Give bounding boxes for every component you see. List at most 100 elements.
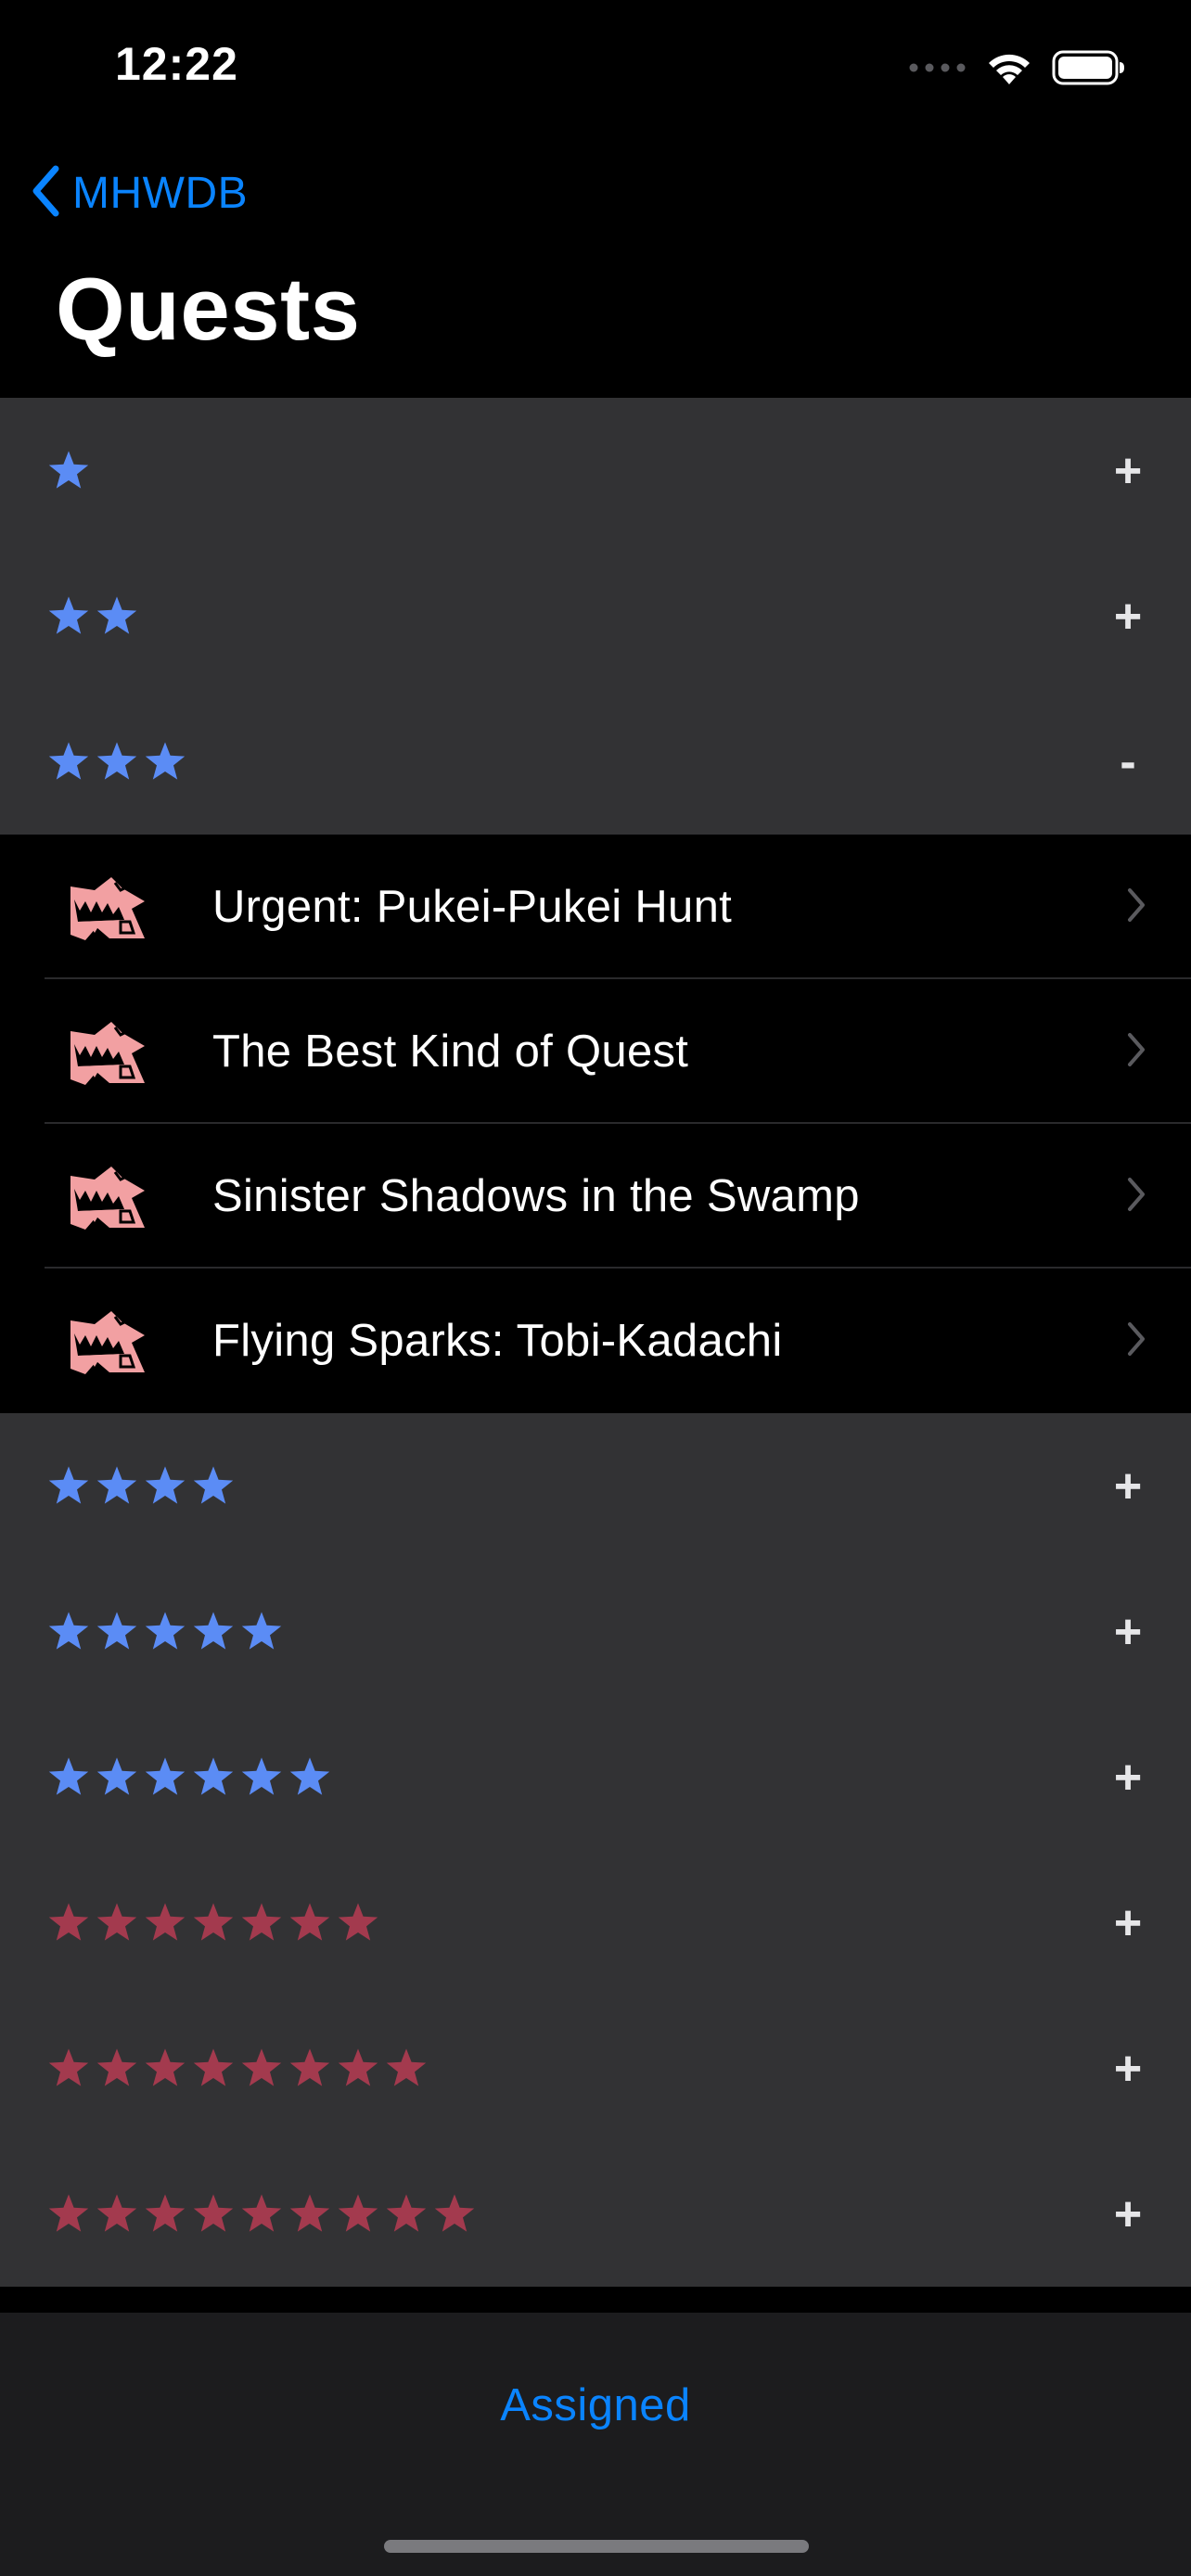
chevron-left-icon (32, 165, 59, 222)
star-icon (193, 2193, 234, 2232)
star-rating (46, 1464, 236, 1509)
star-rating (46, 594, 139, 639)
star-icon (193, 1611, 234, 1650)
star-icon (96, 1465, 137, 1504)
collapse-toggle[interactable]: - (1109, 734, 1146, 790)
home-indicator (384, 2540, 809, 2553)
star-icon (193, 1465, 234, 1504)
section-header-7-star[interactable]: + (0, 1850, 1191, 1996)
star-icon (48, 741, 89, 780)
expand-toggle[interactable]: + (1109, 1895, 1146, 1951)
star-icon (289, 1756, 330, 1795)
quest-list: + + - Urgent: Pukei-Pukei Hunt The Best Kind… (0, 398, 1191, 2287)
star-icon (241, 1902, 282, 1941)
wifi-icon (985, 49, 1033, 86)
star-icon (241, 1611, 282, 1650)
quest-row[interactable]: The Best Kind of Quest (0, 979, 1191, 1124)
chevron-right-icon (1126, 1176, 1146, 1218)
star-icon (193, 1902, 234, 1941)
chevron-right-icon (1126, 1320, 1146, 1362)
star-icon (145, 741, 186, 780)
monster-quest-icon (67, 1307, 150, 1378)
star-icon (48, 2047, 89, 2086)
star-icon (145, 1465, 186, 1504)
star-icon (96, 1611, 137, 1650)
star-rating (46, 2192, 477, 2237)
page-title: Quests (56, 260, 361, 359)
quest-label: Urgent: Pukei-Pukei Hunt (212, 882, 733, 932)
star-icon (48, 595, 89, 634)
status-bar: 12:22 (0, 0, 1191, 139)
star-icon (96, 1756, 137, 1795)
star-icon (96, 2193, 137, 2232)
monster-quest-icon (67, 874, 150, 944)
star-icon (96, 595, 137, 634)
star-icon (96, 2047, 137, 2086)
star-rating (46, 449, 91, 493)
star-icon (338, 1902, 378, 1941)
quest-row[interactable]: Flying Sparks: Tobi-Kadachi (0, 1269, 1191, 1413)
assigned-tab[interactable]: Assigned (0, 2379, 1191, 2431)
star-icon (145, 1756, 186, 1795)
star-icon (145, 1902, 186, 1941)
expand-toggle[interactable]: + (1109, 589, 1146, 644)
star-rating (46, 1610, 284, 1654)
star-icon (48, 450, 89, 489)
star-icon (193, 2047, 234, 2086)
expand-toggle[interactable]: + (1109, 2187, 1146, 2242)
star-icon (96, 1902, 137, 1941)
star-icon (145, 2193, 186, 2232)
star-icon (434, 2193, 475, 2232)
expand-toggle[interactable]: + (1109, 2041, 1146, 2097)
section-header-4-star[interactable]: + (0, 1413, 1191, 1559)
expand-toggle[interactable]: + (1109, 443, 1146, 499)
star-rating (46, 740, 187, 784)
star-icon (193, 1756, 234, 1795)
section-header-9-star[interactable]: + (0, 2141, 1191, 2287)
star-icon (48, 1756, 89, 1795)
expand-toggle[interactable]: + (1109, 1459, 1146, 1514)
section-header-1-star[interactable]: + (0, 398, 1191, 543)
quest-row[interactable]: Urgent: Pukei-Pukei Hunt (0, 835, 1191, 979)
back-button[interactable]: MHWDB (32, 158, 248, 228)
cellular-dots-icon (909, 62, 967, 73)
status-icons (909, 45, 1126, 91)
star-icon (48, 1465, 89, 1504)
star-icon (386, 2193, 427, 2232)
section-header-8-star[interactable]: + (0, 1996, 1191, 2141)
star-icon (145, 2047, 186, 2086)
status-time: 12:22 (115, 38, 238, 90)
monster-quest-icon (67, 1163, 150, 1233)
section-header-5-star[interactable]: + (0, 1559, 1191, 1704)
section-header-2-star[interactable]: + (0, 543, 1191, 689)
star-icon (289, 2193, 330, 2232)
section-header-3-star[interactable]: - (0, 689, 1191, 835)
star-rating (46, 1901, 380, 1945)
star-icon (338, 2047, 378, 2086)
quest-row[interactable]: Sinister Shadows in the Swamp (0, 1124, 1191, 1269)
quest-label: Sinister Shadows in the Swamp (212, 1171, 860, 1221)
star-rating (46, 2047, 429, 2091)
quest-label: The Best Kind of Quest (212, 1027, 689, 1077)
star-icon (96, 741, 137, 780)
star-icon (48, 2193, 89, 2232)
battery-icon (1052, 49, 1126, 86)
star-icon (48, 1611, 89, 1650)
section-header-6-star[interactable]: + (0, 1704, 1191, 1850)
chevron-right-icon (1126, 1031, 1146, 1073)
chevron-right-icon (1126, 886, 1146, 928)
star-icon (145, 1611, 186, 1650)
back-button-label: MHWDB (72, 168, 249, 218)
star-icon (241, 2047, 282, 2086)
quest-label: Flying Sparks: Tobi-Kadachi (212, 1316, 783, 1366)
star-icon (289, 2047, 330, 2086)
expand-toggle[interactable]: + (1109, 1750, 1146, 1805)
expand-toggle[interactable]: + (1109, 1604, 1146, 1660)
star-icon (289, 1902, 330, 1941)
star-icon (338, 2193, 378, 2232)
star-icon (48, 1902, 89, 1941)
star-icon (386, 2047, 427, 2086)
star-icon (241, 2193, 282, 2232)
monster-quest-icon (67, 1018, 150, 1089)
star-rating (46, 1755, 332, 1800)
